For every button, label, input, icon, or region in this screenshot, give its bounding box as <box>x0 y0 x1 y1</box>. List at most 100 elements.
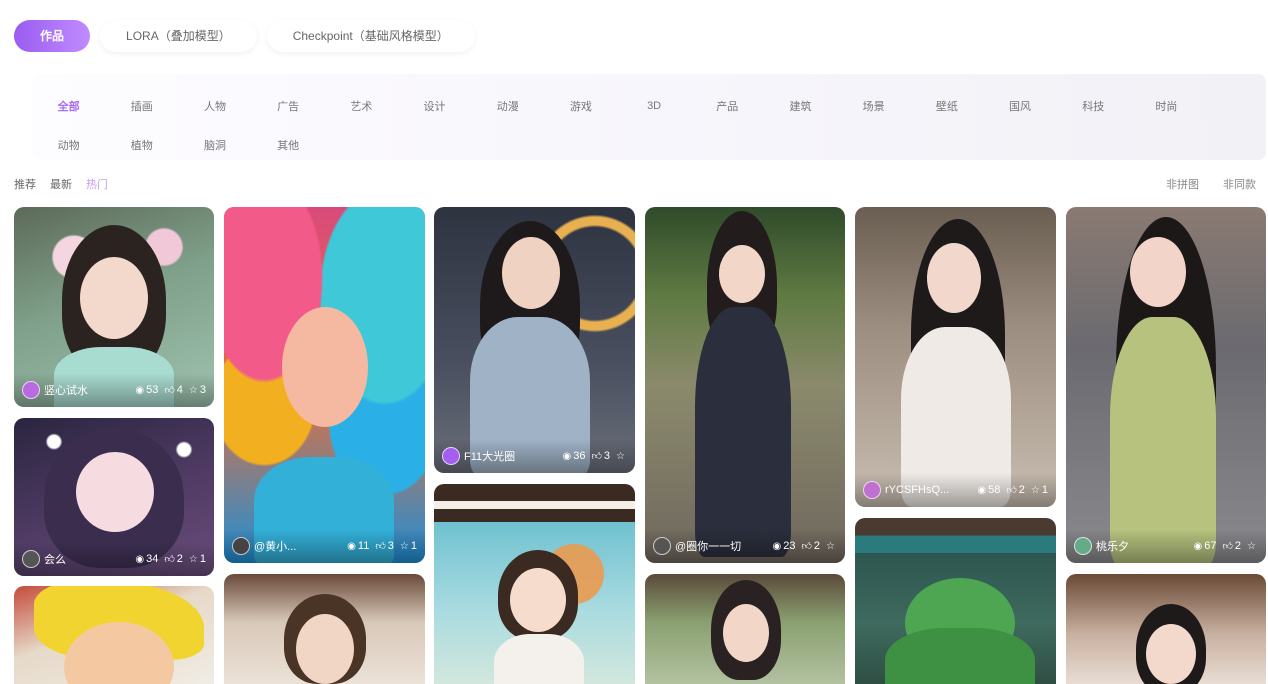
category-fashion[interactable]: 时尚 <box>1130 98 1203 114</box>
star-icon: ☆ <box>399 540 409 552</box>
views-count: ◉ 53 <box>135 384 159 396</box>
category-anime[interactable]: 动漫 <box>471 98 544 114</box>
card-meta: @黄小... ◉ 11 👍︎ 3 ☆ 1 <box>224 529 425 563</box>
category-design[interactable]: 设计 <box>398 98 471 114</box>
stars-count[interactable]: ☆ 3 <box>189 384 206 396</box>
author-name[interactable]: 竖心试水 <box>44 382 125 398</box>
eye-icon: ◉ <box>1193 540 1203 552</box>
stars-count[interactable]: ☆ 1 <box>400 540 417 552</box>
card-meta: F11大光圈 ◉ 36 👍︎ 3 ☆ <box>434 439 635 473</box>
gallery-card[interactable]: 会么 ◉ 34 👍︎ 2 ☆ 1 <box>14 418 214 576</box>
gallery-card[interactable] <box>14 586 214 684</box>
category-plant[interactable]: 植物 <box>105 137 178 153</box>
eye-icon: ◉ <box>135 553 145 565</box>
thumbs-up-icon: 👍︎ <box>591 451 602 462</box>
artwork-image <box>224 207 425 563</box>
likes-count[interactable]: 👍︎ 3 <box>375 540 394 552</box>
gallery-card[interactable]: @黄小... ◉ 11 👍︎ 3 ☆ 1 <box>224 207 425 563</box>
gallery-card[interactable] <box>1066 574 1266 684</box>
avatar[interactable] <box>863 481 881 499</box>
author-name[interactable]: 桃乐夕 <box>1096 538 1183 554</box>
stars-count[interactable]: ☆ 1 <box>189 553 206 565</box>
category-architecture[interactable]: 建筑 <box>764 98 837 114</box>
gallery-card[interactable]: F11大光圈 ◉ 36 👍︎ 3 ☆ <box>434 207 635 473</box>
author-name[interactable]: rYCSFHsQ... <box>885 484 967 496</box>
gallery-card[interactable]: 桃乐夕 ◉ 67 👍︎ 2 ☆ <box>1066 207 1266 563</box>
eye-icon: ◉ <box>562 450 572 462</box>
avatar[interactable] <box>22 381 40 399</box>
sort-recommended[interactable]: 推荐 <box>14 176 36 192</box>
category-game[interactable]: 游戏 <box>544 98 617 114</box>
category-product[interactable]: 产品 <box>691 98 764 114</box>
sort-hot[interactable]: 热门 <box>86 176 108 192</box>
category-people[interactable]: 人物 <box>178 98 251 114</box>
tab-checkpoint[interactable]: Checkpoint（基础风格模型） <box>266 20 475 52</box>
artwork-image <box>224 574 425 684</box>
gallery-card[interactable] <box>434 484 635 684</box>
tab-lora[interactable]: LORA（叠加模型） <box>100 20 257 52</box>
card-meta: 竖心试水 ◉ 53 👍︎ 4 ☆ 3 <box>14 373 214 407</box>
category-scene[interactable]: 场景 <box>837 98 910 114</box>
artwork-image <box>434 207 635 473</box>
category-animal[interactable]: 动物 <box>32 137 105 153</box>
page-root: 作品 LORA（叠加模型） Checkpoint（基础风格模型） 全部 插画 人… <box>0 0 1268 684</box>
artwork-image <box>434 484 635 684</box>
thumbs-up-icon: 👍︎ <box>375 541 386 552</box>
stars-count[interactable]: ☆ <box>616 451 627 462</box>
likes-count[interactable]: 👍︎ 4 <box>164 384 183 396</box>
likes-count[interactable]: 👍︎ 2 <box>801 540 820 552</box>
category-wallpaper[interactable]: 壁纸 <box>910 98 983 114</box>
filter-bar: 非拼图 非同款 <box>1166 176 1256 192</box>
stars-count[interactable]: ☆ <box>1247 541 1258 552</box>
filter-non-same[interactable]: 非同款 <box>1223 176 1256 192</box>
sort-latest[interactable]: 最新 <box>50 176 72 192</box>
tab-works[interactable]: 作品 <box>14 20 91 52</box>
views-count: ◉ 34 <box>135 553 159 565</box>
gallery-card[interactable] <box>224 574 425 684</box>
views-count: ◉ 67 <box>1193 540 1217 552</box>
star-icon: ☆ <box>826 540 835 552</box>
likes-count[interactable]: 👍︎ 2 <box>1222 540 1241 552</box>
views-count: ◉ 11 <box>347 540 370 552</box>
avatar[interactable] <box>232 537 250 555</box>
thumbs-up-icon: 👍︎ <box>164 385 175 396</box>
category-brainstorm[interactable]: 脑洞 <box>178 137 251 153</box>
author-name[interactable]: 会么 <box>44 551 125 567</box>
likes-count[interactable]: 👍︎ 2 <box>164 553 183 565</box>
gallery-card[interactable] <box>855 518 1056 684</box>
category-row-1: 全部 插画 人物 广告 艺术 设计 动漫 游戏 3D 产品 建筑 场景 壁纸 国… <box>32 86 1266 125</box>
category-other[interactable]: 其他 <box>252 137 325 153</box>
stars-count[interactable]: ☆ <box>826 541 837 552</box>
category-illustration[interactable]: 插画 <box>105 98 178 114</box>
category-ads[interactable]: 广告 <box>252 98 325 114</box>
avatar[interactable] <box>1074 537 1092 555</box>
avatar[interactable] <box>22 550 40 568</box>
author-name[interactable]: @圈你一一切 <box>675 538 762 554</box>
category-guofeng[interactable]: 国风 <box>983 98 1056 114</box>
category-all[interactable]: 全部 <box>32 98 105 114</box>
category-art[interactable]: 艺术 <box>325 98 398 114</box>
gallery-card[interactable] <box>645 574 845 684</box>
gallery-card[interactable]: rYCSFHsQ... ◉ 58 👍︎ 2 ☆ 1 <box>855 207 1056 507</box>
artwork-image <box>1066 207 1266 563</box>
category-tech[interactable]: 科技 <box>1057 98 1130 114</box>
author-name[interactable]: @黄小... <box>254 538 337 554</box>
artwork-image <box>645 574 845 684</box>
star-icon: ☆ <box>1247 540 1256 552</box>
thumbs-up-icon: 👍︎ <box>164 554 175 565</box>
views-count: ◉ 58 <box>977 484 1001 496</box>
likes-count[interactable]: 👍︎ 2 <box>1006 484 1025 496</box>
likes-count[interactable]: 👍︎ 3 <box>591 450 610 462</box>
gallery-card[interactable]: 竖心试水 ◉ 53 👍︎ 4 ☆ 3 <box>14 207 214 407</box>
gallery-card[interactable]: @圈你一一切 ◉ 23 👍︎ 2 ☆ <box>645 207 845 563</box>
avatar[interactable] <box>653 537 671 555</box>
stars-count[interactable]: ☆ 1 <box>1031 484 1048 496</box>
category-3d[interactable]: 3D <box>618 100 691 112</box>
filter-non-collage[interactable]: 非拼图 <box>1166 176 1199 192</box>
star-icon: ☆ <box>188 553 198 565</box>
avatar[interactable] <box>442 447 460 465</box>
views-count: ◉ 23 <box>772 540 796 552</box>
author-name[interactable]: F11大光圈 <box>464 448 552 464</box>
thumbs-up-icon: 👍︎ <box>801 541 812 552</box>
eye-icon: ◉ <box>135 384 145 396</box>
